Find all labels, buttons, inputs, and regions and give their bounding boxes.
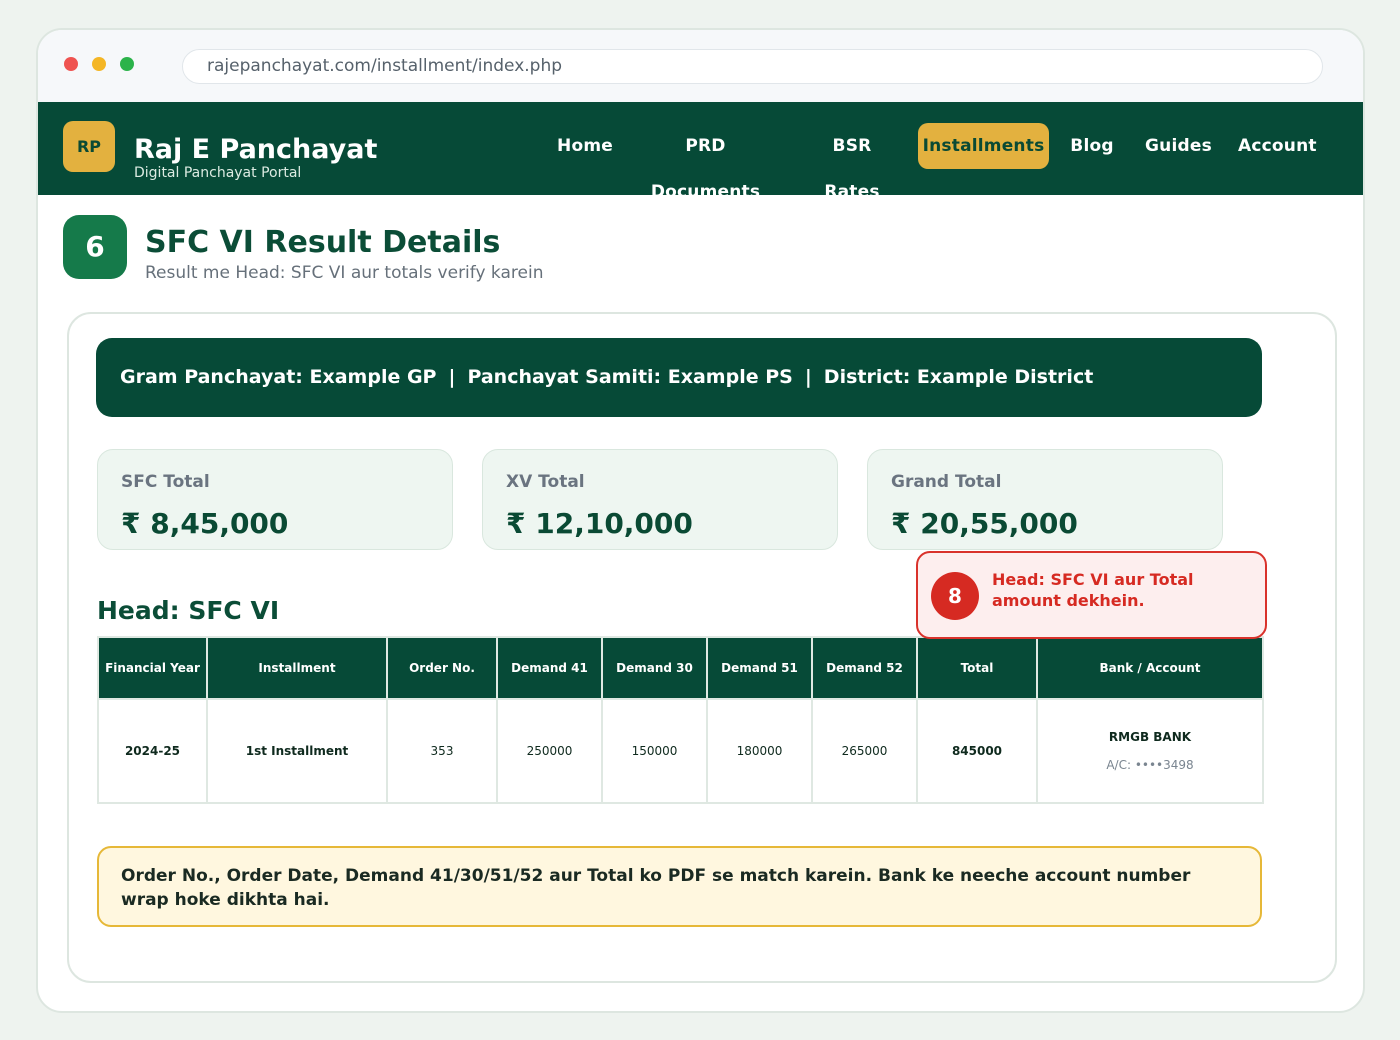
- brand-logo[interactable]: RP: [63, 121, 115, 172]
- stat-label: SFC Total: [121, 472, 210, 492]
- column-header: Order No.: [386, 636, 498, 700]
- address-bar[interactable]: rajepanchayat.com/installment/index.php: [182, 49, 1323, 84]
- verification-note: Order No., Order Date, Demand 41/30/51/5…: [97, 846, 1262, 927]
- head-title: Head: SFC VI: [97, 596, 280, 625]
- column-header: Demand 52: [811, 636, 918, 700]
- nav-account[interactable]: Account: [1238, 123, 1317, 169]
- browser-chrome: rajepanchayat.com/installment/index.php: [38, 30, 1363, 102]
- panchayat-samiti-label: Panchayat Samiti: Example PS: [467, 366, 793, 388]
- page-title: SFC VI Result Details: [145, 225, 501, 260]
- nav-guides[interactable]: Guides: [1145, 123, 1212, 169]
- brand-title[interactable]: Raj E Panchayat: [134, 134, 377, 165]
- column-header: Financial Year: [97, 636, 208, 700]
- bank-name: RMGB BANK: [1108, 730, 1192, 744]
- brand-subtitle: Digital Panchayat Portal: [134, 165, 302, 181]
- column-header: Demand 51: [706, 636, 813, 700]
- column-header: Installment: [206, 636, 388, 700]
- nav-home[interactable]: Home: [550, 123, 620, 169]
- stat-label: XV Total: [506, 472, 585, 492]
- cell-demand-41: 250000: [496, 698, 603, 804]
- nav-installments[interactable]: Installments: [918, 123, 1049, 169]
- top-navbar: RP Raj E Panchayat Digital Panchayat Por…: [38, 102, 1363, 202]
- stat-label: Grand Total: [891, 472, 1002, 492]
- gram-panchayat-label: Gram Panchayat: Example GP: [120, 366, 437, 388]
- close-window-dot[interactable]: [64, 57, 78, 71]
- cell-demand-52: 265000: [811, 698, 918, 804]
- cell-demand-30: 150000: [601, 698, 708, 804]
- cell-financial-year: 2024-25: [97, 698, 208, 804]
- cell-installment: 1st Installment: [206, 698, 388, 804]
- district-label: District: Example District: [823, 366, 1094, 388]
- separator: |: [804, 366, 812, 388]
- stat-value: ₹ 20,55,000: [891, 507, 1078, 540]
- cell-total: 845000: [916, 698, 1038, 804]
- account-number: A/C: ••••3498: [1106, 758, 1194, 772]
- column-header: Bank / Account: [1036, 636, 1264, 700]
- nav-blog[interactable]: Blog: [1070, 123, 1114, 169]
- callout-step-badge: 8: [931, 572, 979, 620]
- stat-card-grand-total: Grand Total ₹ 20,55,000: [867, 449, 1223, 550]
- page-subtitle: Result me Head: SFC VI aur totals verify…: [145, 263, 544, 283]
- stat-card-sfc-total: SFC Total ₹ 8,45,000: [97, 449, 453, 550]
- cell-bank-account: RMGB BANK A/C: ••••3498: [1036, 698, 1264, 804]
- cell-order-no: 353: [386, 698, 498, 804]
- location-bar: Gram Panchayat: Example GP | Panchayat Sam…: [96, 338, 1262, 417]
- results-table: Financial Year Installment Order No. Dem…: [97, 636, 1264, 804]
- minimize-window-dot[interactable]: [92, 57, 106, 71]
- browser-window: rajepanchayat.com/installment/index.php …: [36, 28, 1365, 1013]
- cell-demand-51: 180000: [706, 698, 813, 804]
- column-header: Total: [916, 636, 1038, 700]
- column-header: Demand 30: [601, 636, 708, 700]
- annotation-callout: 8 Head: SFC VI aur Total amount dekhein.: [916, 551, 1267, 639]
- callout-text: Head: SFC VI aur Total amount dekhein.: [992, 570, 1194, 610]
- table-header-row: Financial Year Installment Order No. Dem…: [97, 636, 1264, 700]
- separator: |: [448, 366, 456, 388]
- table-row: 2024-25 1st Installment 353 250000 15000…: [97, 698, 1264, 804]
- column-header: Demand 41: [496, 636, 603, 700]
- stat-card-xv-total: XV Total ₹ 12,10,000: [482, 449, 838, 550]
- stat-value: ₹ 12,10,000: [506, 507, 693, 540]
- step-number-badge: 6: [63, 215, 127, 279]
- stat-value: ₹ 8,45,000: [121, 507, 289, 540]
- maximize-window-dot[interactable]: [120, 57, 134, 71]
- nav-prd-documents[interactable]: PRD Documents: [636, 123, 775, 202]
- nav-bsr-rates[interactable]: BSR Rates: [808, 123, 896, 202]
